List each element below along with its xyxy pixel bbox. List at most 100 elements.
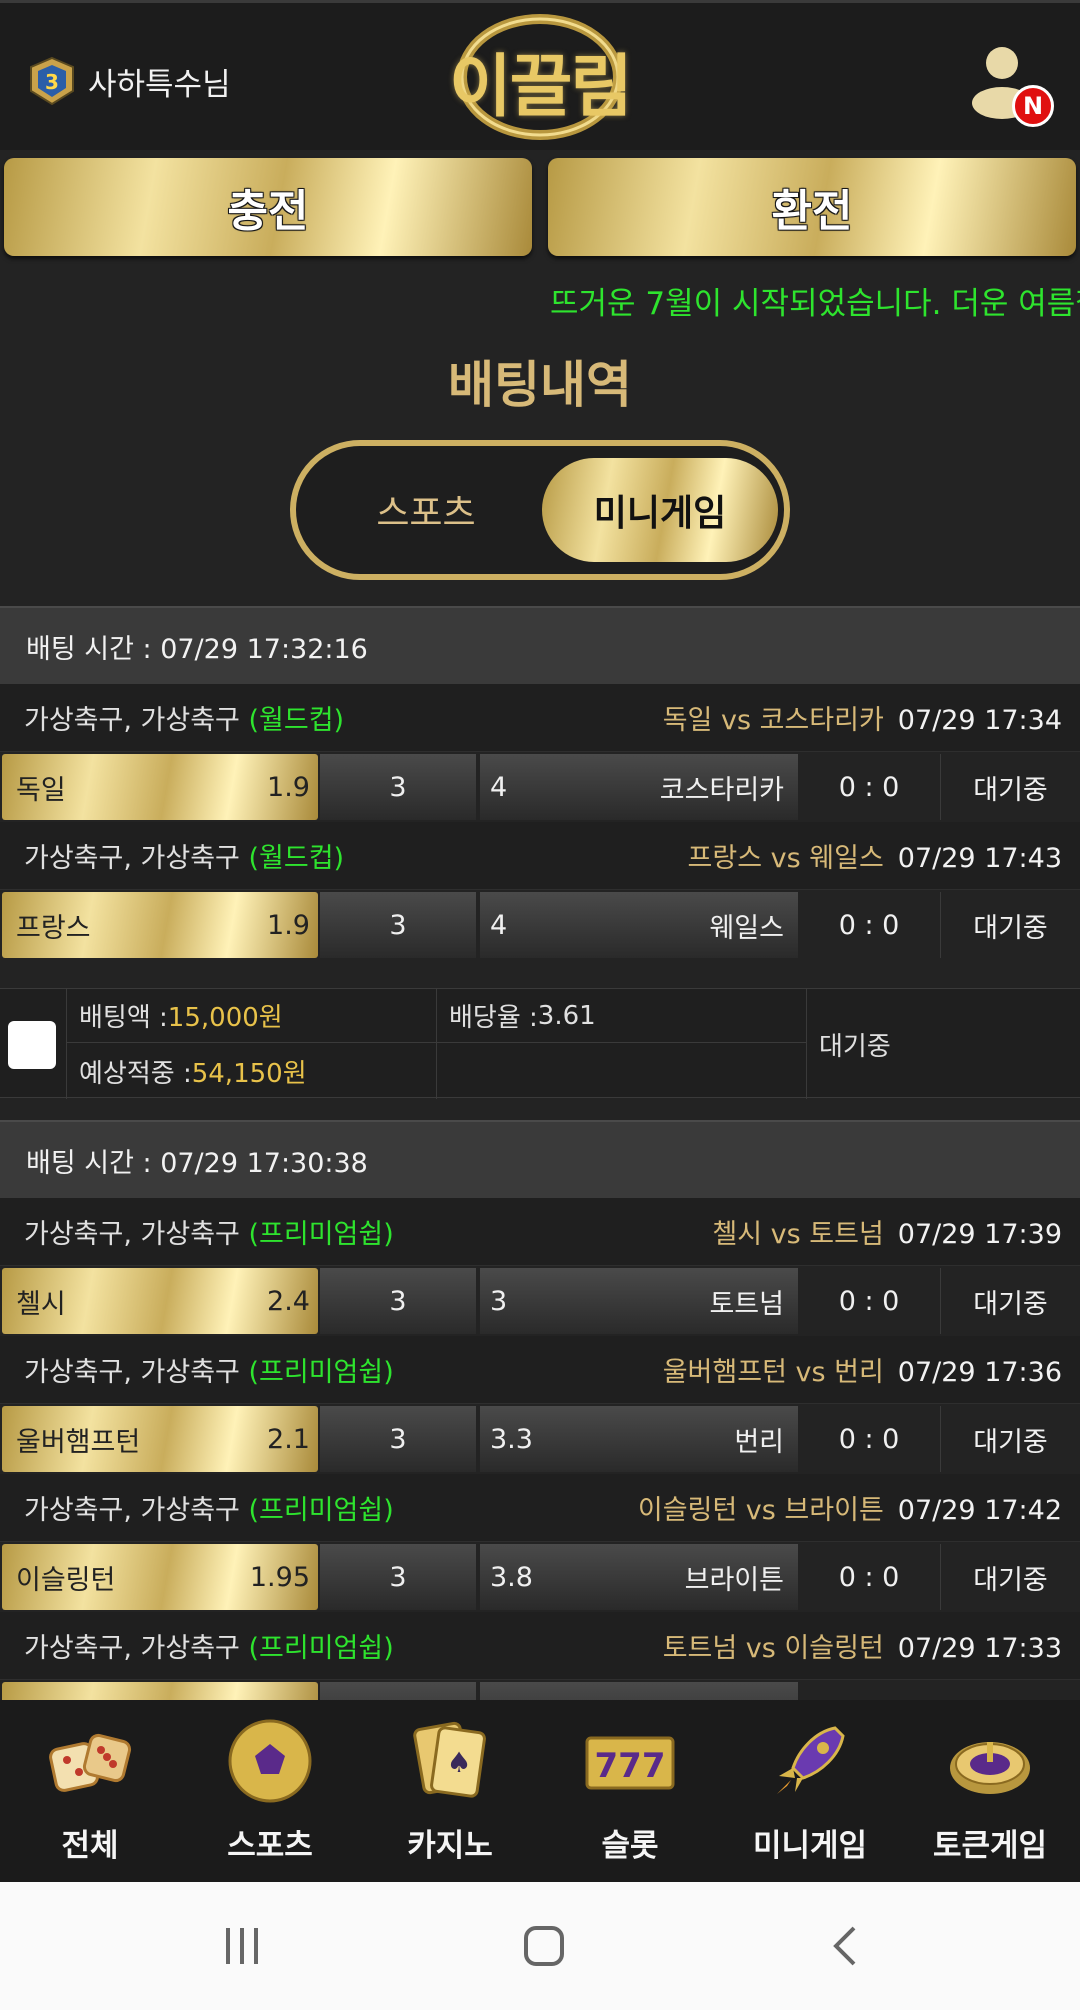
home-odds: 1.9 (267, 909, 310, 941)
home-odds-cell[interactable]: 첼시 2.4 (2, 1268, 318, 1334)
rocket-icon (777, 1726, 845, 1794)
match-teams: 울버햄프턴 vs 번리 (662, 1357, 884, 1388)
match-teams: 프랑스 vs 웨일스 (687, 843, 884, 874)
select-checkbox[interactable] (8, 1021, 56, 1069)
notification-badge: N (1012, 85, 1054, 127)
back-icon[interactable] (816, 1916, 876, 1976)
league-tag: (프리미엄쉽) (248, 1495, 394, 1526)
odds-rate-label: 배당율 : (449, 1003, 538, 1033)
bet-summary: 배팅액 : 15,000원 예상적중 : 54,150원 배당율 : 3.61 … (0, 988, 1080, 1099)
away-odds-cell[interactable]: 4 웨일스 (480, 892, 798, 958)
odds-row: 프랑스 1.9 3 4 웨일스 0 : 0 대기중 (0, 890, 1080, 960)
home-odds-cell[interactable]: 독일 1.9 (2, 754, 318, 820)
match-status: 대기중 (940, 892, 1080, 958)
match-date: 07/29 17:34 (897, 705, 1062, 736)
deposit-button[interactable]: 충전 (4, 158, 532, 256)
bet-time-header: 배팅 시간 : 07/29 17:32:16 (0, 606, 1080, 684)
match-date: 07/29 17:36 (897, 1357, 1062, 1388)
match-info: 가상축구, 가상축구 (월드컵) 프랑스 vs 웨일스 07/29 17:43 (0, 822, 1080, 890)
bet-amount: 배팅액 : 15,000원 (66, 989, 436, 1043)
match-score: 0 : 0 (838, 909, 900, 941)
match-info: 가상축구, 가상축구 (프리미엄쉽) 울버햄프턴 vs 번리 07/29 17:3… (0, 1336, 1080, 1404)
away-odds: 3 (490, 1285, 508, 1317)
home-odds-cell[interactable]: 울버햄프턴 2.1 (2, 1406, 318, 1472)
match-status: 대기중 (940, 754, 1080, 820)
match-score: 0 : 0 (838, 1423, 900, 1455)
odds-row: 울버햄프턴 2.1 3 3.3 번리 0 : 0 대기중 (0, 1404, 1080, 1474)
cards-icon: ♠ (413, 1721, 486, 1798)
nav-token-game[interactable]: 토큰게임 (900, 1700, 1080, 1882)
away-odds-cell[interactable]: 4 코스타리카 (480, 754, 798, 820)
away-odds: 3.8 (490, 1561, 533, 1593)
away-odds-cell[interactable]: 3.8 브라이튼 (480, 1544, 798, 1610)
league-tag: (프리미엄쉽) (248, 1357, 394, 1388)
home-icon[interactable] (514, 1916, 574, 1976)
expected-win-value: 54,150원 (191, 1058, 307, 1089)
profile-button[interactable]: N (970, 43, 1054, 127)
level-number: 3 (45, 70, 59, 94)
odds-row: 독일 1.9 3 4 코스타리카 0 : 0 대기중 (0, 752, 1080, 822)
svg-text:♠: ♠ (446, 1746, 471, 1779)
nav-minigame[interactable]: 미니게임 (720, 1700, 900, 1882)
nav-all[interactable]: 전체 (0, 1700, 180, 1882)
tab-minigame[interactable]: 미니게임 (542, 458, 778, 562)
match-status: 대기중 (940, 1268, 1080, 1334)
home-odds-cell[interactable]: 프랑스 1.9 (2, 892, 318, 958)
bottom-navigation: 전체 스포츠 ♠ 카지노 777 슬롯 미니게임 토큰게임 (0, 1700, 1080, 1882)
bet-time-header: 배팅 시간 : 07/29 17:30:38 (0, 1120, 1080, 1198)
match-score: 0 : 0 (838, 771, 900, 803)
withdraw-button[interactable]: 환전 (548, 158, 1076, 256)
nav-slot[interactable]: 777 슬롯 (540, 1700, 720, 1882)
match-teams: 이슬링턴 vs 브라이튼 (637, 1495, 884, 1526)
user-info[interactable]: 3 사하특수님 (26, 55, 231, 107)
bet-type-toggle: 스포츠 미니게임 (290, 440, 790, 580)
logo-text: 이끌림 (449, 48, 633, 127)
odds-row: 첼시 2.4 3 3 토트넘 0 : 0 대기중 (0, 1266, 1080, 1336)
away-odds: 4 (490, 771, 508, 803)
home-team: 이슬링턴 (16, 1564, 116, 1596)
odds-rate: 배당율 : 3.61 (436, 989, 806, 1043)
notice-marquee: 뜨거운 7월이 시작되었습니다. 더운 여름철 (550, 286, 1080, 318)
home-team: 독일 (16, 774, 66, 806)
tab-sports[interactable]: 스포츠 (308, 458, 544, 562)
away-odds: 4 (490, 909, 508, 941)
odds-rate-value: 3.61 (537, 1000, 596, 1031)
away-odds-cell[interactable]: 3 토트넘 (480, 1268, 798, 1334)
match-info: 가상축구, 가상축구 (프리미엄쉽) 이슬링턴 vs 브라이튼 07/29 17:… (0, 1474, 1080, 1542)
site-logo[interactable]: 이끌림 (440, 11, 640, 143)
away-team: 번리 (734, 1426, 784, 1458)
draw-odds-cell[interactable]: 3 (320, 1544, 476, 1610)
away-odds-cell[interactable]: 3.3 번리 (480, 1406, 798, 1472)
league-tag: (프리미엄쉽) (248, 1633, 394, 1664)
app-header: 3 사하특수님 이끌림 N (0, 0, 1080, 150)
bet-status: 대기중 (806, 989, 1080, 1099)
match-score: 0 : 0 (838, 1561, 900, 1593)
match-teams: 첼시 vs 토트넘 (712, 1219, 884, 1250)
home-odds-cell[interactable]: 이슬링턴 1.95 (2, 1544, 318, 1610)
home-odds: 2.4 (267, 1285, 310, 1317)
match-info: 가상축구, 가상축구 (프리미엄쉽) 첼시 vs 토트넘 07/29 17:39 (0, 1198, 1080, 1266)
draw-odds-cell[interactable]: 3 (320, 754, 476, 820)
nav-sports[interactable]: 스포츠 (180, 1700, 360, 1882)
home-team: 첼시 (16, 1288, 66, 1320)
league-tag: (월드컵) (248, 843, 345, 874)
league-tag: (프리미엄쉽) (248, 1219, 394, 1250)
roulette-icon (950, 1742, 1030, 1794)
nav-label: 전체 (61, 1828, 119, 1864)
home-team: 울버햄프턴 (16, 1426, 141, 1458)
page-title: 배팅내역 (448, 356, 632, 414)
league-name: 가상축구, 가상축구 (24, 843, 240, 874)
league-name: 가상축구, 가상축구 (24, 705, 240, 736)
draw-odds-cell[interactable]: 3 (320, 892, 476, 958)
match-info: 가상축구, 가상축구 (월드컵) 독일 vs 코스타리카 07/29 17:34 (0, 684, 1080, 752)
svg-text:777: 777 (595, 1746, 666, 1786)
bet-amount-label: 배팅액 : (79, 1003, 168, 1033)
slot-777-icon: 777 (585, 1736, 675, 1790)
draw-odds-cell[interactable]: 3 (320, 1268, 476, 1334)
away-team: 토트넘 (709, 1288, 784, 1320)
draw-odds-cell[interactable]: 3 (320, 1406, 476, 1472)
recent-apps-icon[interactable] (212, 1916, 272, 1976)
match-status: 대기중 (940, 1406, 1080, 1472)
nav-casino[interactable]: ♠ 카지노 (360, 1700, 540, 1882)
match-date: 07/29 17:33 (897, 1633, 1062, 1664)
